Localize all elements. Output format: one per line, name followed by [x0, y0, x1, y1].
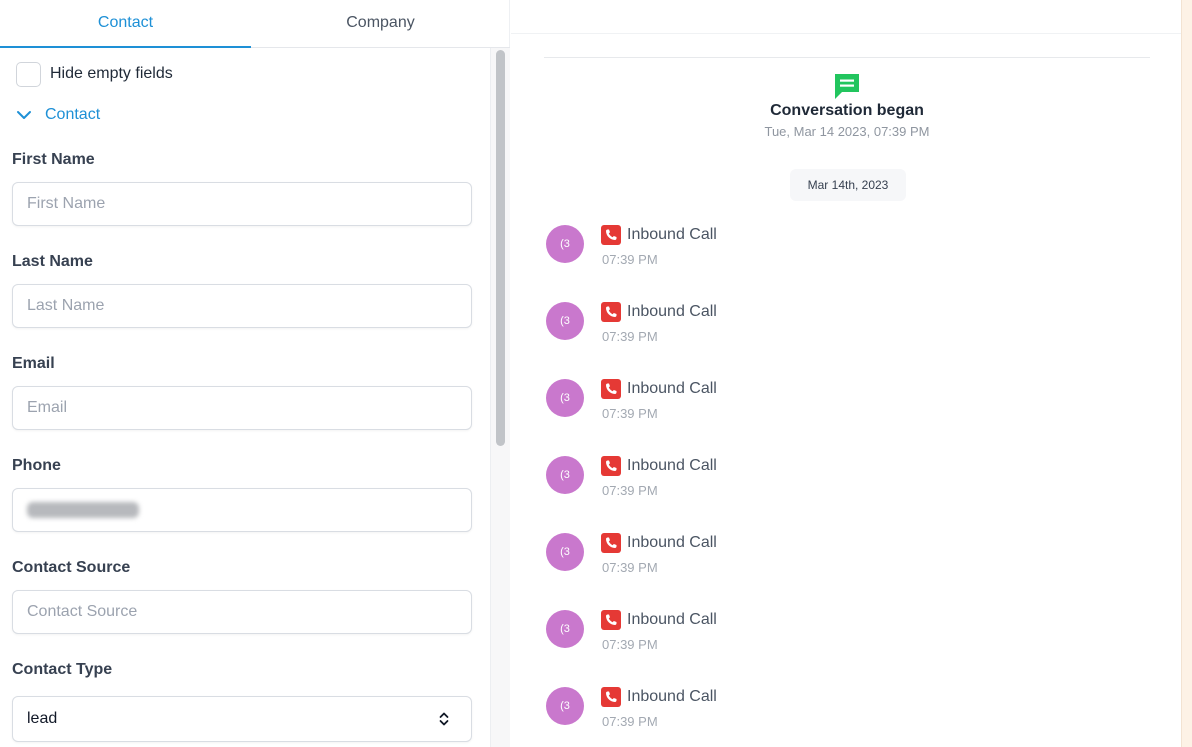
last-name-input[interactable]: Last Name: [12, 284, 472, 328]
message-label: Inbound Call: [627, 534, 717, 551]
hide-empty-fields-label: Hide empty fields: [50, 65, 173, 82]
phone-input[interactable]: [12, 488, 472, 532]
hide-empty-fields-toggle[interactable]: Hide empty fields: [16, 61, 173, 87]
message-item[interactable]: (3 Inbound Call 07:39 PM: [546, 610, 846, 656]
phone-icon: [601, 610, 621, 630]
conversation-title: Conversation began: [770, 102, 924, 119]
avatar: (3: [546, 533, 584, 571]
message-item[interactable]: (3 Inbound Call 07:39 PM: [546, 225, 846, 271]
phone-icon: [601, 225, 621, 245]
message-time: 07:39 PM: [602, 714, 658, 729]
email-label: Email: [12, 355, 55, 372]
message-item[interactable]: (3 Inbound Call 07:39 PM: [546, 533, 846, 579]
message-item[interactable]: (3 Inbound Call 07:39 PM: [546, 687, 846, 733]
avatar: (3: [546, 225, 584, 263]
message-time: 07:39 PM: [602, 406, 658, 421]
app-root: Contact Company Hide empty fields Contac…: [0, 0, 1192, 747]
chevron-down-icon: [17, 111, 31, 119]
contact-type-value: lead: [27, 710, 58, 727]
phone-icon: [601, 533, 621, 553]
phone-label: Phone: [12, 457, 61, 474]
avatar: (3: [546, 610, 584, 648]
date-divider: Mar 14th, 2023: [790, 169, 906, 201]
phone-value-redacted: [27, 502, 139, 518]
phone-icon: [601, 456, 621, 476]
up-down-arrows-icon: [439, 712, 449, 726]
contact-source-input[interactable]: Contact Source: [12, 590, 472, 634]
message-label: Inbound Call: [627, 688, 717, 705]
contact-details-panel: Contact Company Hide empty fields Contac…: [0, 0, 510, 747]
tab-company[interactable]: Company: [251, 0, 510, 48]
message-item[interactable]: (3 Inbound Call 07:39 PM: [546, 456, 846, 502]
phone-icon: [601, 302, 621, 322]
conversation-divider: [544, 57, 1150, 58]
message-label: Inbound Call: [627, 380, 717, 397]
header-divider: [511, 33, 1181, 34]
avatar: (3: [546, 379, 584, 417]
message-time: 07:39 PM: [602, 483, 658, 498]
contact-type-select[interactable]: lead: [12, 696, 472, 742]
avatar: (3: [546, 687, 584, 725]
phone-icon: [601, 687, 621, 707]
message-label: Inbound Call: [627, 303, 717, 320]
conversation-panel: Conversation began Tue, Mar 14 2023, 07:…: [511, 0, 1181, 747]
message-time: 07:39 PM: [602, 560, 658, 575]
conversation-timestamp: Tue, Mar 14 2023, 07:39 PM: [764, 124, 930, 139]
avatar: (3: [546, 302, 584, 340]
message-label: Inbound Call: [627, 226, 717, 243]
message-time: 07:39 PM: [602, 637, 658, 652]
scrollbar-thumb[interactable]: [496, 50, 505, 446]
email-input[interactable]: Email: [12, 386, 472, 430]
message-item[interactable]: (3 Inbound Call 07:39 PM: [546, 379, 846, 425]
message-time: 07:39 PM: [602, 329, 658, 344]
message-item[interactable]: (3 Inbound Call 07:39 PM: [546, 302, 846, 348]
message-label: Inbound Call: [627, 457, 717, 474]
first-name-input[interactable]: First Name: [12, 182, 472, 226]
panel-tabs: Contact Company: [0, 0, 510, 48]
tab-contact[interactable]: Contact: [0, 0, 251, 48]
chat-bubble-icon: [835, 74, 859, 99]
right-edge-strip: [1181, 0, 1192, 747]
contact-type-label: Contact Type: [12, 661, 113, 678]
hide-empty-fields-checkbox[interactable]: [16, 61, 41, 87]
contact-section-label: Contact: [45, 106, 101, 123]
last-name-label: Last Name: [12, 253, 93, 270]
message-time: 07:39 PM: [602, 252, 658, 267]
contact-section-toggle[interactable]: Contact: [16, 106, 100, 124]
phone-icon: [601, 379, 621, 399]
first-name-label: First Name: [12, 151, 95, 168]
avatar: (3: [546, 456, 584, 494]
contact-source-label: Contact Source: [12, 559, 131, 576]
message-label: Inbound Call: [627, 611, 717, 628]
